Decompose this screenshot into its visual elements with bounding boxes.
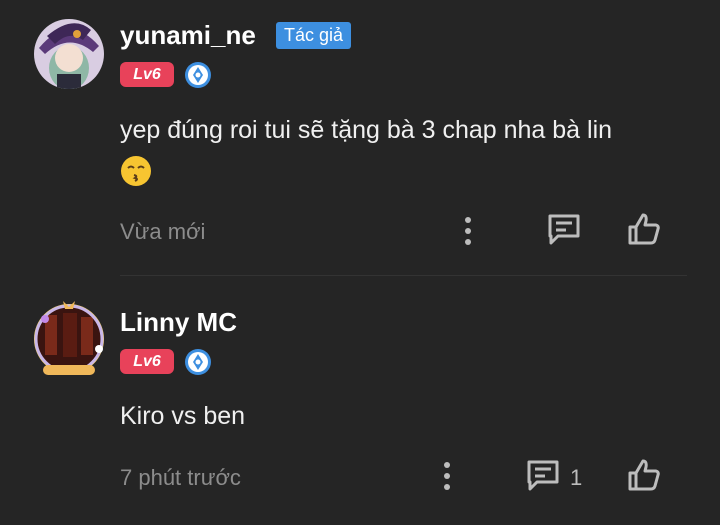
more-options-icon[interactable] [442, 461, 452, 491]
username[interactable]: yunami_ne [120, 20, 256, 51]
reply-icon[interactable] [546, 212, 582, 246]
like-icon[interactable] [626, 211, 662, 247]
reply-icon[interactable] [525, 458, 561, 492]
medal-icon [184, 61, 212, 89]
divider [120, 275, 687, 276]
comment-text: Kiro vs ben [120, 402, 246, 430]
username[interactable]: Linny MC [120, 307, 237, 338]
avatar[interactable] [33, 299, 105, 375]
comment-item: yunami_ne Tác giả Lv6 yep đúng roi tui s… [0, 0, 720, 277]
level-badge: Lv6 [120, 349, 174, 374]
comment-text: yep đúng roi tui sẽ tặng bà 3 chap nha b… [120, 116, 613, 144]
avatar[interactable] [33, 18, 105, 90]
like-icon[interactable] [626, 457, 662, 493]
timestamp: Vừa mới [120, 219, 206, 244]
author-badge: Tác giả [276, 22, 352, 49]
more-options-icon[interactable] [463, 216, 473, 246]
reply-count[interactable]: 1 [570, 465, 582, 491]
kissing-face-icon [120, 155, 152, 187]
timestamp: 7 phút trước [120, 465, 241, 490]
medal-icon [184, 348, 212, 376]
comment-item: Linny MC Lv6 Kiro vs ben 7 phút trước 1 [0, 277, 720, 525]
level-badge: Lv6 [120, 62, 174, 87]
